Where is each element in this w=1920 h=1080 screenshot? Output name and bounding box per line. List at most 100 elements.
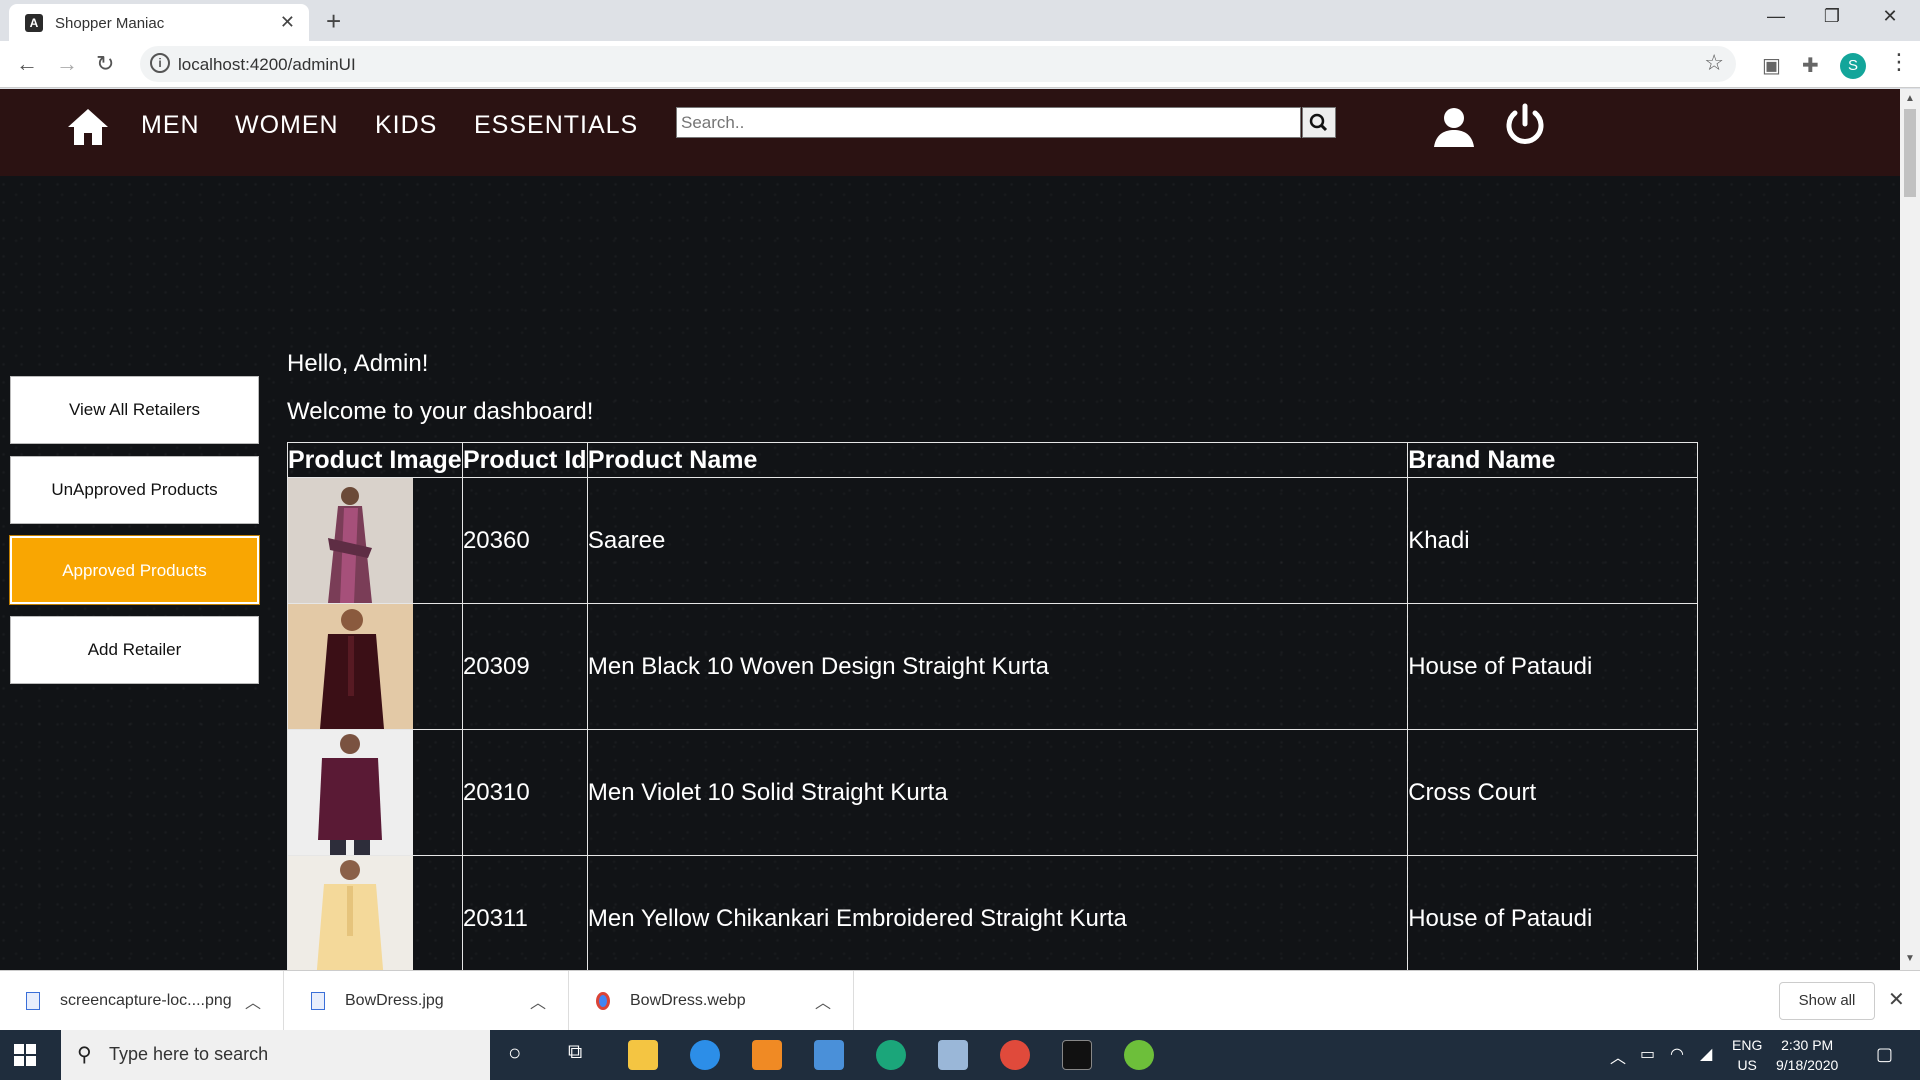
page-scrollbar[interactable]: ▲ ▼ xyxy=(1900,89,1920,970)
language-indicator[interactable]: ENG US xyxy=(1732,1035,1762,1075)
download-filename[interactable]: BowDress.webp xyxy=(630,992,746,1010)
wifi-icon[interactable]: ◠ xyxy=(1670,1044,1684,1064)
table-row: 20311 Men Yellow Chikankari Embroidered … xyxy=(287,855,1698,970)
new-tab-icon[interactable]: + xyxy=(326,6,341,37)
browser-tab[interactable]: A Shopper Maniac ✕ xyxy=(9,4,309,41)
table-row: 20309 Men Black 10 Woven Design Straight… xyxy=(287,603,1698,730)
table-row: 20310 Men Violet 10 Solid Straight Kurta… xyxy=(287,729,1698,856)
battery-icon[interactable]: ▭ xyxy=(1640,1044,1655,1064)
show-hidden-icons-icon[interactable]: ︿ xyxy=(1610,1044,1626,1068)
nav-link-women[interactable]: WOMEN xyxy=(235,111,339,140)
nav-link-men[interactable]: MEN xyxy=(141,111,200,140)
extension-icon[interactable]: ▣ xyxy=(1762,53,1781,78)
browser-tabstrip: A Shopper Maniac ✕ + — ❐ ✕ xyxy=(0,0,1920,41)
brand-name-cell: House of Pataudi xyxy=(1407,855,1698,970)
table-row: 20360 Saaree Khadi xyxy=(287,477,1698,604)
browser-menu-icon[interactable]: ⋮ xyxy=(1888,49,1910,75)
header-brand-name: Brand Name xyxy=(1407,442,1698,478)
scroll-down-arrow-icon[interactable]: ▼ xyxy=(1905,953,1915,964)
product-image-cell xyxy=(287,855,463,970)
clock-time: 2:30 PM xyxy=(1781,1037,1834,1053)
download-item[interactable]: BowDress.jpg ︿ xyxy=(285,971,569,1031)
bookmark-star-icon[interactable]: ☆ xyxy=(1704,50,1724,76)
language-code: ENG xyxy=(1732,1037,1763,1053)
product-id-cell: 20311 xyxy=(461,855,588,970)
taskbar-search-placeholder[interactable]: Type here to search xyxy=(109,1044,268,1065)
view-all-retailers-button[interactable]: View All Retailers xyxy=(10,376,259,444)
sublime-text-icon[interactable] xyxy=(752,1040,782,1070)
search-input[interactable] xyxy=(676,107,1301,138)
product-image-cell xyxy=(287,729,463,856)
chevron-up-icon[interactable]: ︿ xyxy=(815,989,831,1013)
greeting-text: Hello, Admin! xyxy=(287,350,429,377)
chevron-up-icon[interactable]: ︿ xyxy=(530,989,546,1013)
url-text[interactable]: localhost:4200/adminUI xyxy=(178,55,356,75)
add-retailer-button[interactable]: Add Retailer xyxy=(10,616,259,684)
minimize-icon[interactable]: — xyxy=(1756,6,1796,27)
scroll-up-arrow-icon[interactable]: ▲ xyxy=(1905,93,1915,104)
yellow-kurta-image xyxy=(288,856,413,970)
header-product-id: Product Id xyxy=(461,442,588,478)
tab-close-icon[interactable]: ✕ xyxy=(280,12,295,33)
saree-image xyxy=(288,478,413,603)
network-app-icon[interactable] xyxy=(814,1040,844,1070)
volume-icon[interactable]: ◢ xyxy=(1700,1044,1712,1064)
file-icon xyxy=(26,992,40,1010)
profile-avatar[interactable]: S xyxy=(1840,53,1866,79)
page-viewport: MEN WOMEN KIDS ESSENTIALS View All Retai… xyxy=(0,89,1900,970)
download-filename[interactable]: BowDress.jpg xyxy=(345,992,444,1010)
site-navbar: MEN WOMEN KIDS ESSENTIALS xyxy=(0,89,1900,176)
home-icon[interactable] xyxy=(66,105,110,149)
back-icon[interactable]: ← xyxy=(16,51,38,77)
task-view-icon[interactable]: ⧉ xyxy=(568,1041,582,1064)
restore-icon[interactable]: ❐ xyxy=(1812,6,1852,27)
download-item[interactable]: BowDress.webp ︿ xyxy=(570,971,854,1031)
cortana-icon[interactable]: ○ xyxy=(508,1040,521,1066)
recycle-app-icon[interactable] xyxy=(938,1040,968,1070)
show-all-button[interactable]: Show all xyxy=(1779,982,1875,1020)
taskbar-clock[interactable]: 2:30 PM 9/18/2020 xyxy=(1776,1035,1838,1075)
file-explorer-icon[interactable] xyxy=(628,1040,658,1070)
terminal-icon[interactable] xyxy=(1062,1040,1092,1070)
user-icon[interactable] xyxy=(1432,105,1476,149)
forward-icon[interactable]: → xyxy=(56,51,78,77)
table-header-row: Product Image Product Id Product Name Br… xyxy=(287,442,1698,478)
spring-tool-icon[interactable] xyxy=(1124,1040,1154,1070)
welcome-text: Welcome to your dashboard! xyxy=(287,398,594,425)
power-icon[interactable] xyxy=(1503,103,1547,147)
tab-title: Shopper Maniac xyxy=(55,15,165,32)
brand-name-cell: Khadi xyxy=(1407,477,1698,604)
download-filename[interactable]: screencapture-loc....png xyxy=(60,992,232,1010)
product-name-cell: Men Yellow Chikankari Embroidered Straig… xyxy=(586,855,1409,970)
product-name-cell: Men Black 10 Woven Design Straight Kurta xyxy=(586,603,1409,730)
notifications-icon[interactable]: ▢ xyxy=(1876,1044,1893,1065)
edge-icon[interactable] xyxy=(876,1040,906,1070)
product-image-cell xyxy=(287,603,463,730)
address-bar[interactable]: i localhost:4200/adminUI ☆ xyxy=(140,46,1736,82)
puzzle-icon[interactable]: ✚ xyxy=(1802,53,1819,78)
chrome-icon[interactable] xyxy=(1000,1040,1030,1070)
download-item[interactable]: screencapture-loc....png ︿ xyxy=(0,971,284,1031)
file-icon xyxy=(311,992,325,1010)
product-name-cell: Men Violet 10 Solid Straight Kurta xyxy=(586,729,1409,856)
close-downloads-icon[interactable]: ✕ xyxy=(1888,987,1905,1012)
internet-explorer-icon[interactable] xyxy=(690,1040,720,1070)
windows-start-icon[interactable] xyxy=(14,1044,36,1066)
info-icon[interactable]: i xyxy=(150,53,170,73)
taskbar-search-box[interactable]: ⚲ Type here to search xyxy=(61,1030,490,1080)
nav-link-essentials[interactable]: ESSENTIALS xyxy=(474,111,638,140)
angular-favicon-icon: A xyxy=(25,14,43,32)
close-window-icon[interactable]: ✕ xyxy=(1870,6,1910,27)
downloads-bar: screencapture-loc....png ︿ BowDress.jpg … xyxy=(0,970,1920,1031)
unapproved-products-button[interactable]: UnApproved Products xyxy=(10,456,259,524)
product-name-cell: Saaree xyxy=(586,477,1409,604)
reload-icon[interactable]: ↻ xyxy=(96,51,114,77)
approved-products-button[interactable]: Approved Products xyxy=(9,535,260,605)
brand-name-cell: Cross Court xyxy=(1407,729,1698,856)
search-button[interactable] xyxy=(1302,107,1336,138)
chevron-up-icon[interactable]: ︿ xyxy=(245,989,261,1013)
violet-kurta-image xyxy=(288,730,413,855)
clock-date: 9/18/2020 xyxy=(1776,1057,1839,1073)
nav-link-kids[interactable]: KIDS xyxy=(375,111,437,140)
scroll-thumb[interactable] xyxy=(1904,109,1916,197)
